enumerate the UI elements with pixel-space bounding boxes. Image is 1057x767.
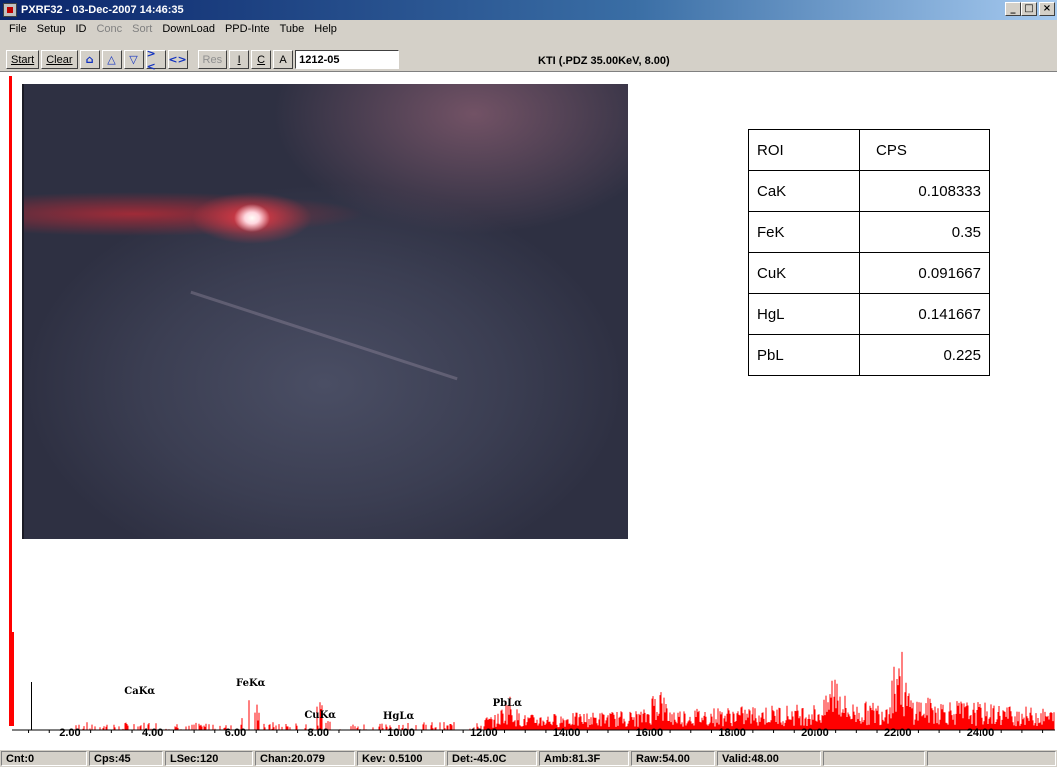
roi-name: HgL xyxy=(748,293,860,335)
camera-image xyxy=(22,84,628,539)
menu-tube[interactable]: Tube xyxy=(275,23,310,35)
status-kev: Kev: 0.5100 xyxy=(357,751,445,766)
peak-label: PbLα xyxy=(492,698,522,709)
roi-name: CuK xyxy=(748,252,860,294)
status-empty-1 xyxy=(823,751,925,766)
status-valid: Valid:48.00 xyxy=(717,751,821,766)
roi-name: PbL xyxy=(748,334,860,376)
x-tick-label: 14.00 xyxy=(552,727,581,739)
window-controls: _ □ × xyxy=(1005,2,1055,16)
scale-down-icon[interactable]: ▽ xyxy=(123,50,144,69)
status-lsec: LSec:120 xyxy=(165,751,253,766)
i-button[interactable]: I xyxy=(229,50,250,69)
status-empty-2 xyxy=(927,751,1056,766)
close-button[interactable]: × xyxy=(1039,2,1055,16)
status-bar: Cnt:0 Cps:45 LSec:120 Chan:20.079 Kev: 0… xyxy=(0,749,1057,767)
menu-sort[interactable]: Sort xyxy=(127,23,157,35)
status-detector-temp: Det:-45.0C xyxy=(447,751,537,766)
start-button[interactable]: Start xyxy=(6,50,40,69)
window-title: PXRF32 - 03-Dec-2007 14:46:35 xyxy=(21,4,184,16)
app-icon xyxy=(3,3,17,17)
minimize-button[interactable]: _ xyxy=(1005,2,1021,16)
roi-name: CaK xyxy=(748,170,860,212)
x-tick-label: 2.00 xyxy=(59,727,81,739)
toolbar: Start Clear ⌂ △ ▽ >< <> Res I C A KTI (.… xyxy=(0,38,1057,73)
c-button[interactable]: C xyxy=(251,50,272,69)
roi-header: ROI xyxy=(748,129,860,171)
menu-setup[interactable]: Setup xyxy=(32,23,71,35)
menu-ppd-inte[interactable]: PPD-Inte xyxy=(220,23,275,35)
zoom-out-icon[interactable]: <> xyxy=(167,50,188,69)
sample-id-input[interactable] xyxy=(295,50,400,69)
roi-name: FeK xyxy=(748,211,860,253)
roi-cps: 0.141667 xyxy=(859,293,990,335)
title-bar: PXRF32 - 03-Dec-2007 14:46:35 _ □ × xyxy=(0,0,1057,20)
roi-table: ROI CPS CaK 0.108333 FeK 0.35 CuK 0.0916… xyxy=(748,129,990,376)
menu-download[interactable]: DownLoad xyxy=(157,23,220,35)
toolbar-buttons: Start Clear ⌂ △ ▽ >< <> Res I C A xyxy=(6,47,400,73)
cps-header: CPS xyxy=(859,129,990,171)
roi-cps: 0.35 xyxy=(859,211,990,253)
table-row: CaK 0.108333 xyxy=(748,170,990,212)
roi-table-header: ROI CPS xyxy=(748,129,990,171)
roi-cps: 0.108333 xyxy=(859,170,990,212)
roi-cps: 0.225 xyxy=(859,334,990,376)
spectrum-bars xyxy=(70,651,1055,730)
zoom-in-icon[interactable]: >< xyxy=(145,47,166,73)
peak-label: FeKα xyxy=(236,678,266,689)
a-button[interactable]: A xyxy=(273,50,294,69)
status-cps: Cps:45 xyxy=(89,751,163,766)
table-row: FeK 0.35 xyxy=(748,211,990,253)
x-tick-label: 16.00 xyxy=(635,727,664,739)
peak-label: CuKα xyxy=(304,710,336,721)
roi-cps: 0.091667 xyxy=(859,252,990,294)
x-tick-label: 4.00 xyxy=(142,727,164,739)
peak-label: HgLα xyxy=(382,711,415,722)
x-tick-label: 10.00 xyxy=(387,727,415,739)
x-tick-label: 22.00 xyxy=(883,727,912,739)
menu-conc[interactable]: Conc xyxy=(91,23,127,35)
table-row: HgL 0.141667 xyxy=(748,293,990,335)
clear-button[interactable]: Clear xyxy=(41,50,78,69)
table-row: PbL 0.225 xyxy=(748,334,990,376)
spectrum-plot[interactable]: ROI CPS CaK 0.108333 FeK 0.35 CuK 0.0916… xyxy=(0,72,1057,746)
x-tick-label: 8.00 xyxy=(307,727,329,739)
peak-label: CaKα xyxy=(124,686,156,697)
sample-streak xyxy=(190,290,458,381)
menu-bar: File Setup ID Conc Sort DownLoad PPD-Int… xyxy=(0,20,1057,38)
status-channel: Chan:20.079 xyxy=(255,751,355,766)
home-icon[interactable]: ⌂ xyxy=(79,50,100,69)
menu-file[interactable]: File xyxy=(4,23,32,35)
status-raw: Raw:54.00 xyxy=(631,751,715,766)
acquisition-status: KTI (.PDZ 35.00KeV, 8.00) xyxy=(538,55,670,67)
menu-help[interactable]: Help xyxy=(309,23,342,35)
status-ambient-temp: Amb:81.3F xyxy=(539,751,629,766)
maximize-button[interactable]: □ xyxy=(1021,2,1037,16)
res-button[interactable]: Res xyxy=(197,50,228,69)
status-count: Cnt:0 xyxy=(1,751,87,766)
x-tick-label: 6.00 xyxy=(224,727,247,739)
scale-up-icon[interactable]: △ xyxy=(101,50,122,69)
x-tick-label: 18.00 xyxy=(718,727,746,739)
x-tick-label: 12.00 xyxy=(470,727,498,739)
table-row: CuK 0.091667 xyxy=(748,252,990,294)
menu-id[interactable]: ID xyxy=(70,23,91,35)
x-tick-label: 24.00 xyxy=(966,727,995,739)
x-tick-label: 20.00 xyxy=(801,727,829,739)
